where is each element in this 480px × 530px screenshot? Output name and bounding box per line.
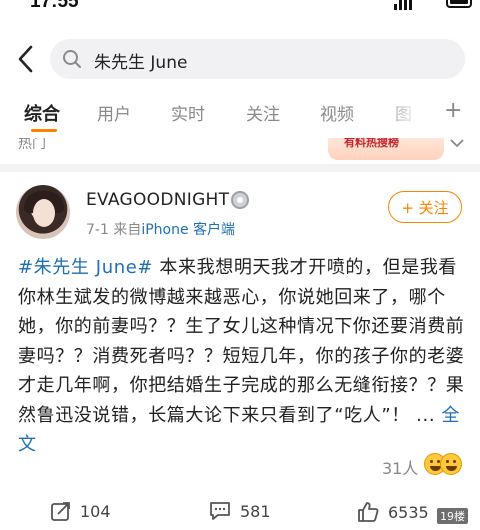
tab-video[interactable]: 视频 — [320, 100, 354, 125]
post-actions: 104 581 6535 — [0, 494, 480, 530]
avatar-face — [33, 199, 55, 227]
comment-button[interactable]: 581 — [208, 500, 271, 522]
post-username[interactable]: EVAGOODNIGHT — [86, 190, 229, 210]
chevron-down-icon[interactable] — [449, 138, 465, 150]
add-tab-button[interactable]: + — [444, 98, 462, 123]
comment-count: 581 — [240, 501, 271, 521]
reaction-count: 31人 — [382, 459, 419, 478]
status-time: 17:55 — [30, 0, 79, 12]
avatar[interactable] — [16, 185, 70, 239]
battery-icon — [446, 0, 472, 8]
tab-realtime[interactable]: 实时 — [171, 100, 205, 125]
hot-search-banner[interactable]: 有料热搜榜 — [328, 138, 444, 160]
post-meta: 7-1 来自iPhone 客户端 — [86, 219, 235, 239]
repost-button[interactable]: 104 — [50, 500, 111, 522]
like-count: 6535 — [388, 502, 429, 522]
tab-following[interactable]: 关注 — [246, 100, 280, 125]
grin-emoji-icon — [440, 453, 462, 475]
active-tab-indicator — [31, 129, 57, 132]
tab-images[interactable]: 图 — [395, 100, 412, 125]
post-date: 7-1 — [86, 222, 109, 238]
medal-icon — [231, 191, 249, 209]
banner-text: 有料热搜榜 — [344, 138, 399, 149]
search-field[interactable] — [50, 39, 465, 79]
tab-all[interactable]: 综合 — [24, 100, 60, 126]
thumbs-up-icon — [358, 502, 379, 522]
watermark-logo: 19楼 — [437, 508, 468, 524]
back-button[interactable] — [16, 44, 40, 74]
search-input[interactable] — [92, 45, 456, 75]
post-body: #朱先生 June# 本来我想明天我才开喷的，但是我看你林生斌发的微博越来越恶心… — [18, 253, 466, 460]
like-button[interactable]: 6535 — [356, 500, 429, 524]
search-icon — [63, 50, 81, 68]
hashtag-link[interactable]: #朱先生 June# — [18, 257, 153, 278]
chevron-left-icon — [18, 45, 33, 73]
repost-icon — [51, 502, 70, 521]
status-bar: 17:55 — [0, 0, 480, 14]
source-prefix: 来自 — [113, 222, 142, 238]
wifi-icon — [408, 0, 436, 14]
section-divider — [0, 164, 480, 172]
post-text: 本来我想明天我才开喷的，但是我看你林生斌发的微博越来越恶心，你说她回来了，哪个她… — [18, 257, 465, 426]
search-bar — [0, 34, 480, 84]
follow-button[interactable]: + 关注 — [388, 191, 462, 223]
hot-label[interactable]: 热门 — [18, 138, 46, 153]
tab-bar: 综合 用户 实时 关注 视频 图 + — [0, 96, 480, 132]
tab-users[interactable]: 用户 — [97, 100, 131, 125]
repost-count: 104 — [80, 501, 111, 521]
post-source[interactable]: iPhone 客户端 — [141, 222, 235, 238]
hot-row: 热门 有料热搜榜 — [0, 138, 480, 160]
comment-icon — [210, 502, 230, 520]
